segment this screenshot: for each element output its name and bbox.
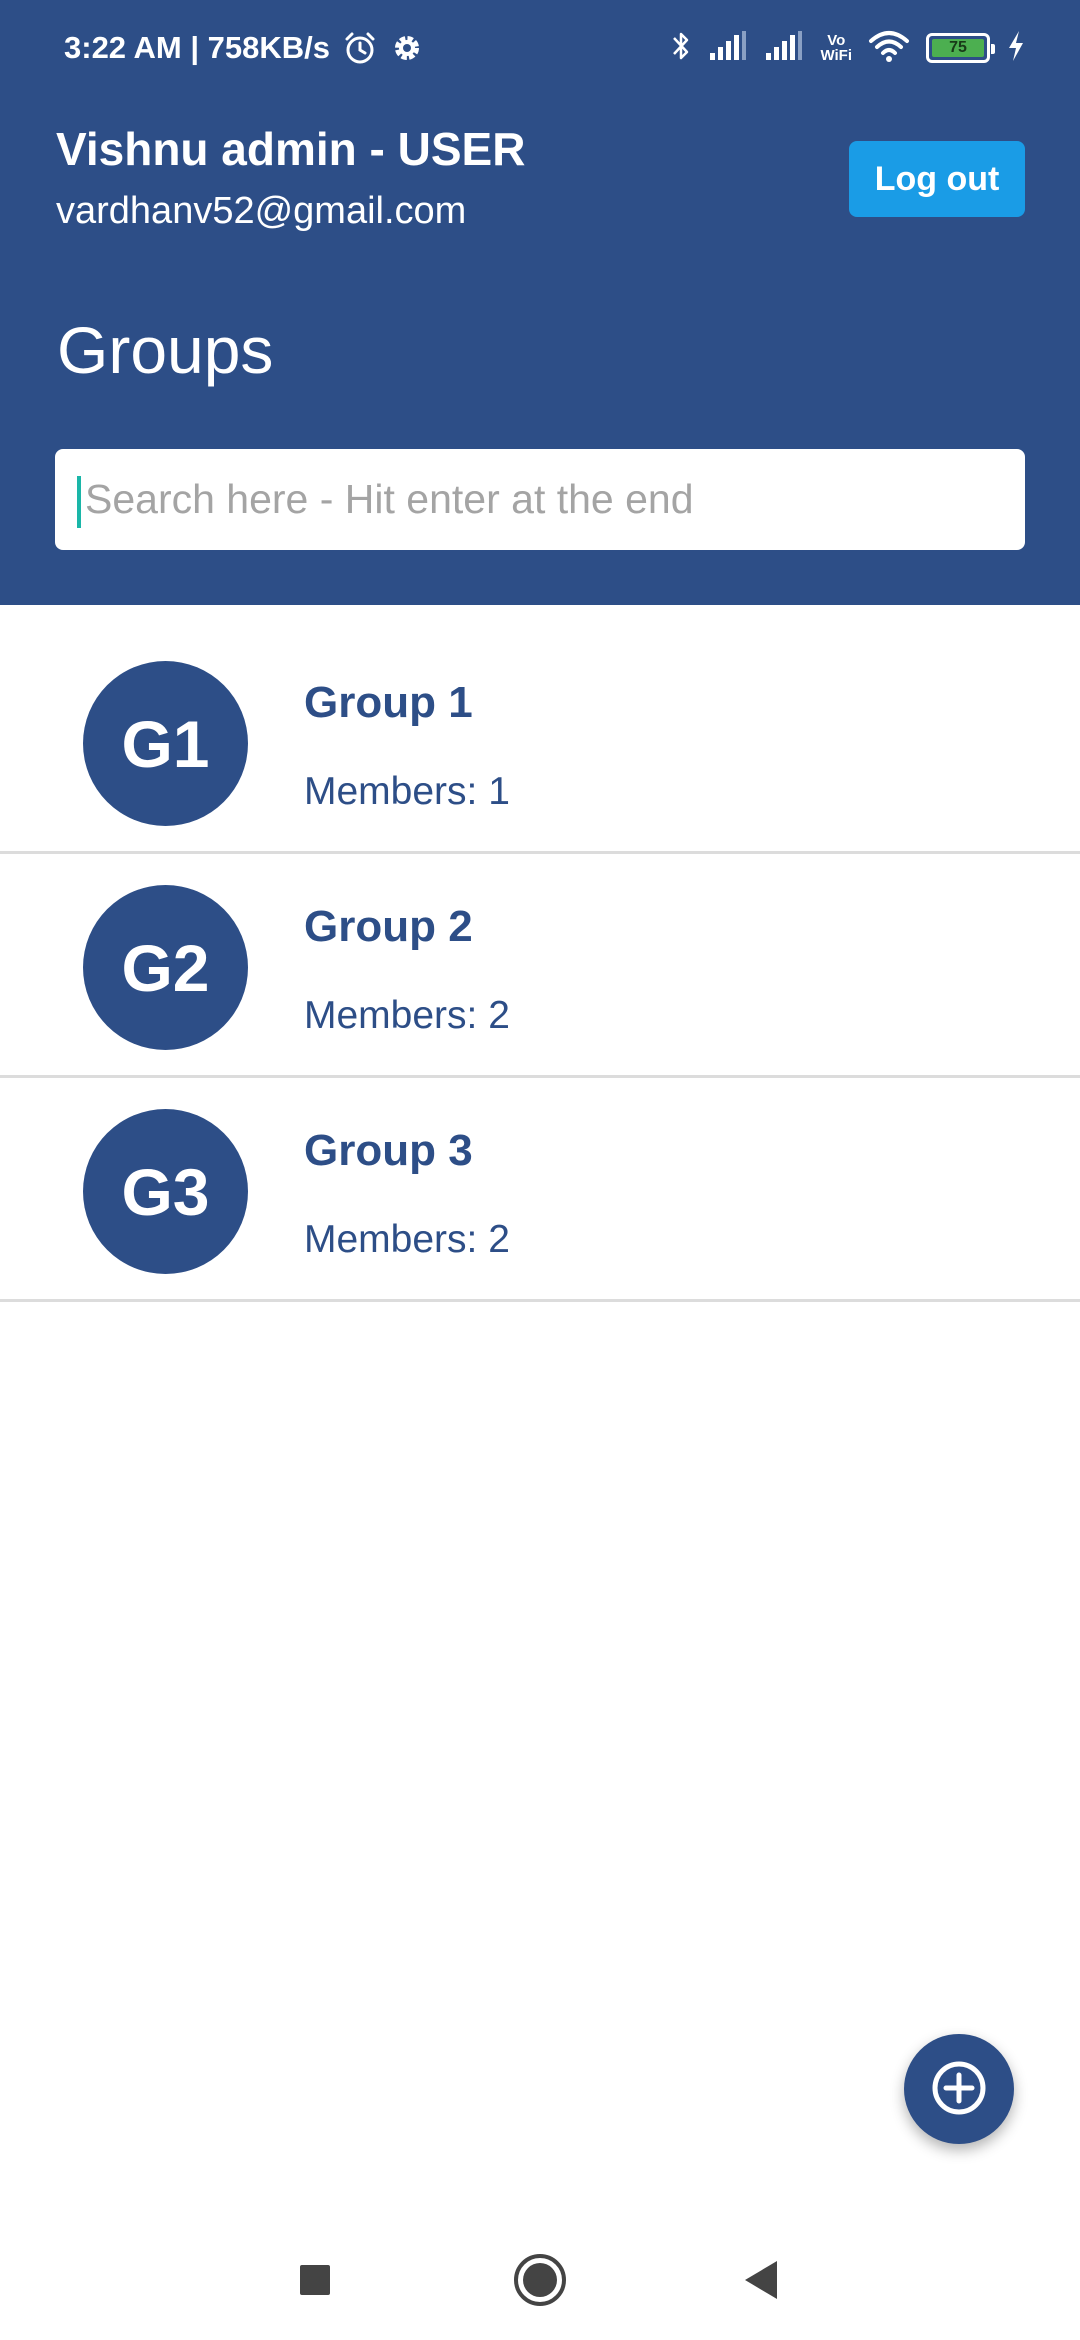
signal-icon	[764, 30, 804, 66]
group-members: Members: 2	[304, 994, 510, 1037]
signal-icon	[708, 30, 748, 66]
gear-icon	[390, 31, 424, 65]
battery-icon: 75	[926, 33, 995, 63]
status-bar: 3:22 AM | 758KB/s Vo WiFi 75	[0, 0, 1080, 96]
group-name: Group 1	[304, 678, 473, 727]
group-members: Members: 1	[304, 770, 510, 813]
group-list: G1 Group 1 Members: 1 G2 Group 2 Members…	[0, 630, 1080, 1302]
search-box[interactable]	[55, 449, 1025, 550]
recents-icon[interactable]	[277, 2242, 353, 2318]
search-input[interactable]	[77, 449, 1007, 550]
status-left: 3:22 AM | 758KB/s	[64, 28, 424, 68]
bluetooth-icon	[670, 28, 692, 69]
logout-button[interactable]: Log out	[849, 141, 1025, 217]
navigation-bar	[0, 2220, 1080, 2340]
user-email: vardhanv52@gmail.com	[56, 190, 467, 232]
back-icon[interactable]	[723, 2242, 799, 2318]
group-row[interactable]: G2 Group 2 Members: 2	[0, 854, 1080, 1078]
home-icon[interactable]	[502, 2242, 578, 2318]
alarm-icon	[342, 30, 378, 66]
group-name: Group 2	[304, 902, 473, 951]
group-avatar: G1	[83, 661, 248, 826]
header: 3:22 AM | 758KB/s Vo WiFi 75 Vishnu admi…	[0, 0, 1080, 605]
group-avatar: G3	[83, 1109, 248, 1274]
add-group-button[interactable]	[904, 2034, 1014, 2144]
group-members: Members: 2	[304, 1218, 510, 1261]
group-avatar: G2	[83, 885, 248, 1050]
page-title: Groups	[57, 313, 274, 387]
charging-icon	[1006, 29, 1026, 68]
vowifi-indicator: Vo WiFi	[820, 32, 852, 64]
wifi-icon	[868, 29, 910, 68]
status-right: Vo WiFi 75	[670, 26, 1026, 70]
user-name: Vishnu admin - USER	[56, 123, 526, 175]
group-name: Group 3	[304, 1126, 473, 1175]
group-row[interactable]: G1 Group 1 Members: 1	[0, 630, 1080, 854]
group-row[interactable]: G3 Group 3 Members: 2	[0, 1078, 1080, 1302]
add-circle-icon	[930, 2059, 988, 2120]
status-time: 3:22 AM | 758KB/s	[64, 30, 330, 65]
battery-level: 75	[932, 39, 984, 57]
